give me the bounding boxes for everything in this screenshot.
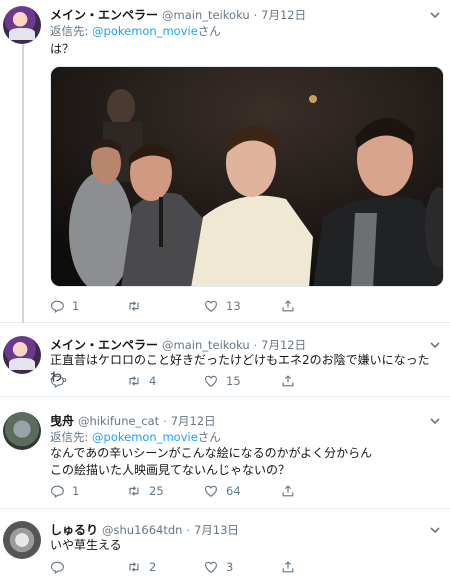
reply-count: 1 bbox=[72, 484, 80, 498]
share-button[interactable] bbox=[281, 560, 358, 574]
tweet-actions: 2 3 bbox=[50, 560, 358, 574]
tweet[interactable]: しゅるり @shu1664tdn · 7月13日 いや草生える 2 3 bbox=[0, 509, 450, 585]
thread-line bbox=[22, 44, 24, 323]
like-button[interactable]: 15 bbox=[204, 374, 281, 388]
display-name[interactable]: メイン・エンペラー bbox=[50, 6, 158, 23]
retweet-count: 4 bbox=[149, 374, 157, 388]
separator-dot: · bbox=[253, 339, 258, 352]
user-handle[interactable]: @main_teikoku bbox=[162, 8, 250, 22]
replying-suffix: さん bbox=[197, 430, 221, 444]
retweet-count: 2 bbox=[149, 560, 157, 574]
replying-label: 返信先: bbox=[50, 430, 93, 444]
share-icon bbox=[282, 485, 294, 497]
heart-icon bbox=[205, 561, 217, 573]
avatar[interactable] bbox=[3, 521, 41, 559]
tweet-text: いや草生える bbox=[50, 538, 122, 552]
retweet-icon bbox=[129, 376, 139, 386]
share-icon bbox=[282, 375, 294, 387]
tweet-actions: 1 25 64 bbox=[50, 484, 358, 498]
share-button[interactable] bbox=[281, 374, 358, 388]
display-name[interactable]: メイン・エンペラー bbox=[50, 336, 158, 353]
tweet[interactable]: メイン・エンペラー @main_teikoku · 7月12日 返信先: @po… bbox=[0, 0, 450, 323]
chevron-down-icon[interactable] bbox=[429, 9, 441, 21]
tweet[interactable]: 曳舟 @hikifune_cat · 7月12日 返信先: @pokemon_m… bbox=[0, 397, 450, 509]
avatar[interactable] bbox=[3, 336, 41, 374]
tweet-actions: 4 15 bbox=[50, 374, 358, 388]
avatar[interactable] bbox=[3, 6, 41, 44]
retweet-icon bbox=[129, 301, 139, 311]
share-icon bbox=[282, 300, 294, 312]
like-count: 13 bbox=[226, 299, 241, 313]
like-count: 64 bbox=[226, 484, 241, 498]
tweet-actions: 1 13 bbox=[50, 299, 358, 313]
heart-icon bbox=[205, 485, 217, 497]
retweet-button[interactable]: 2 bbox=[127, 560, 204, 574]
separator-dot: · bbox=[253, 9, 258, 22]
retweet-icon bbox=[129, 562, 139, 572]
user-handle[interactable]: @hikifune_cat bbox=[78, 414, 159, 428]
user-handle[interactable]: @main_teikoku bbox=[162, 338, 250, 352]
tweet-date[interactable]: 7月13日 bbox=[194, 522, 239, 538]
replying-mention-link[interactable]: @pokemon_movie bbox=[92, 430, 198, 444]
retweet-count: 25 bbox=[149, 484, 164, 498]
replying-suffix: さん bbox=[197, 24, 221, 38]
separator-dot: · bbox=[163, 415, 167, 428]
retweet-button[interactable]: 25 bbox=[127, 484, 204, 498]
reply-count: 1 bbox=[72, 299, 80, 313]
reply-button[interactable] bbox=[50, 560, 127, 574]
reply-icon bbox=[51, 485, 64, 498]
avatar[interactable] bbox=[3, 412, 41, 450]
replying-to: 返信先: @pokemon_movieさん bbox=[50, 429, 221, 445]
separator-dot: · bbox=[186, 524, 190, 537]
replying-label: 返信先: bbox=[50, 24, 93, 38]
share-button[interactable] bbox=[281, 299, 358, 313]
tweet-date[interactable]: 7月12日 bbox=[171, 413, 216, 429]
heart-icon bbox=[205, 375, 217, 387]
reply-icon bbox=[51, 300, 64, 313]
tweet[interactable]: メイン・エンペラー @main_teikoku · 7月12日 正直昔はケロロの… bbox=[0, 323, 450, 397]
chevron-down-icon[interactable] bbox=[429, 415, 441, 427]
tweet-date[interactable]: 7月12日 bbox=[261, 337, 306, 353]
user-handle[interactable]: @shu1664tdn bbox=[102, 523, 182, 537]
like-button[interactable]: 3 bbox=[204, 560, 281, 574]
share-icon bbox=[282, 561, 294, 573]
tweet-image[interactable] bbox=[50, 66, 444, 287]
tweet-date[interactable]: 7月12日 bbox=[261, 7, 306, 23]
share-button[interactable] bbox=[281, 484, 358, 498]
audience-photo bbox=[51, 67, 443, 286]
reply-button[interactable] bbox=[50, 374, 127, 388]
tweet-text: は？ bbox=[50, 42, 75, 56]
like-count: 3 bbox=[226, 560, 234, 574]
like-count: 15 bbox=[226, 374, 241, 388]
like-button[interactable]: 64 bbox=[204, 484, 281, 498]
replying-mention-link[interactable]: @pokemon_movie bbox=[92, 24, 198, 38]
tweet-text: なんであの辛いシーンがこんな絵になるのかがよく分からん この絵描いた人映画見てな… bbox=[50, 446, 373, 477]
reply-button[interactable]: 1 bbox=[50, 299, 127, 313]
retweet-icon bbox=[129, 486, 139, 496]
replying-to: 返信先: @pokemon_movieさん bbox=[50, 23, 221, 39]
like-button[interactable]: 13 bbox=[204, 299, 281, 313]
chevron-down-icon[interactable] bbox=[429, 339, 441, 351]
chevron-down-icon[interactable] bbox=[429, 524, 441, 536]
retweet-button[interactable] bbox=[127, 299, 204, 313]
reply-icon bbox=[51, 561, 64, 574]
reply-button[interactable]: 1 bbox=[50, 484, 127, 498]
reply-icon bbox=[51, 375, 64, 388]
display-name[interactable]: 曳舟 bbox=[50, 412, 74, 429]
display-name[interactable]: しゅるり bbox=[50, 521, 98, 538]
heart-icon bbox=[205, 300, 217, 312]
retweet-button[interactable]: 4 bbox=[127, 374, 204, 388]
